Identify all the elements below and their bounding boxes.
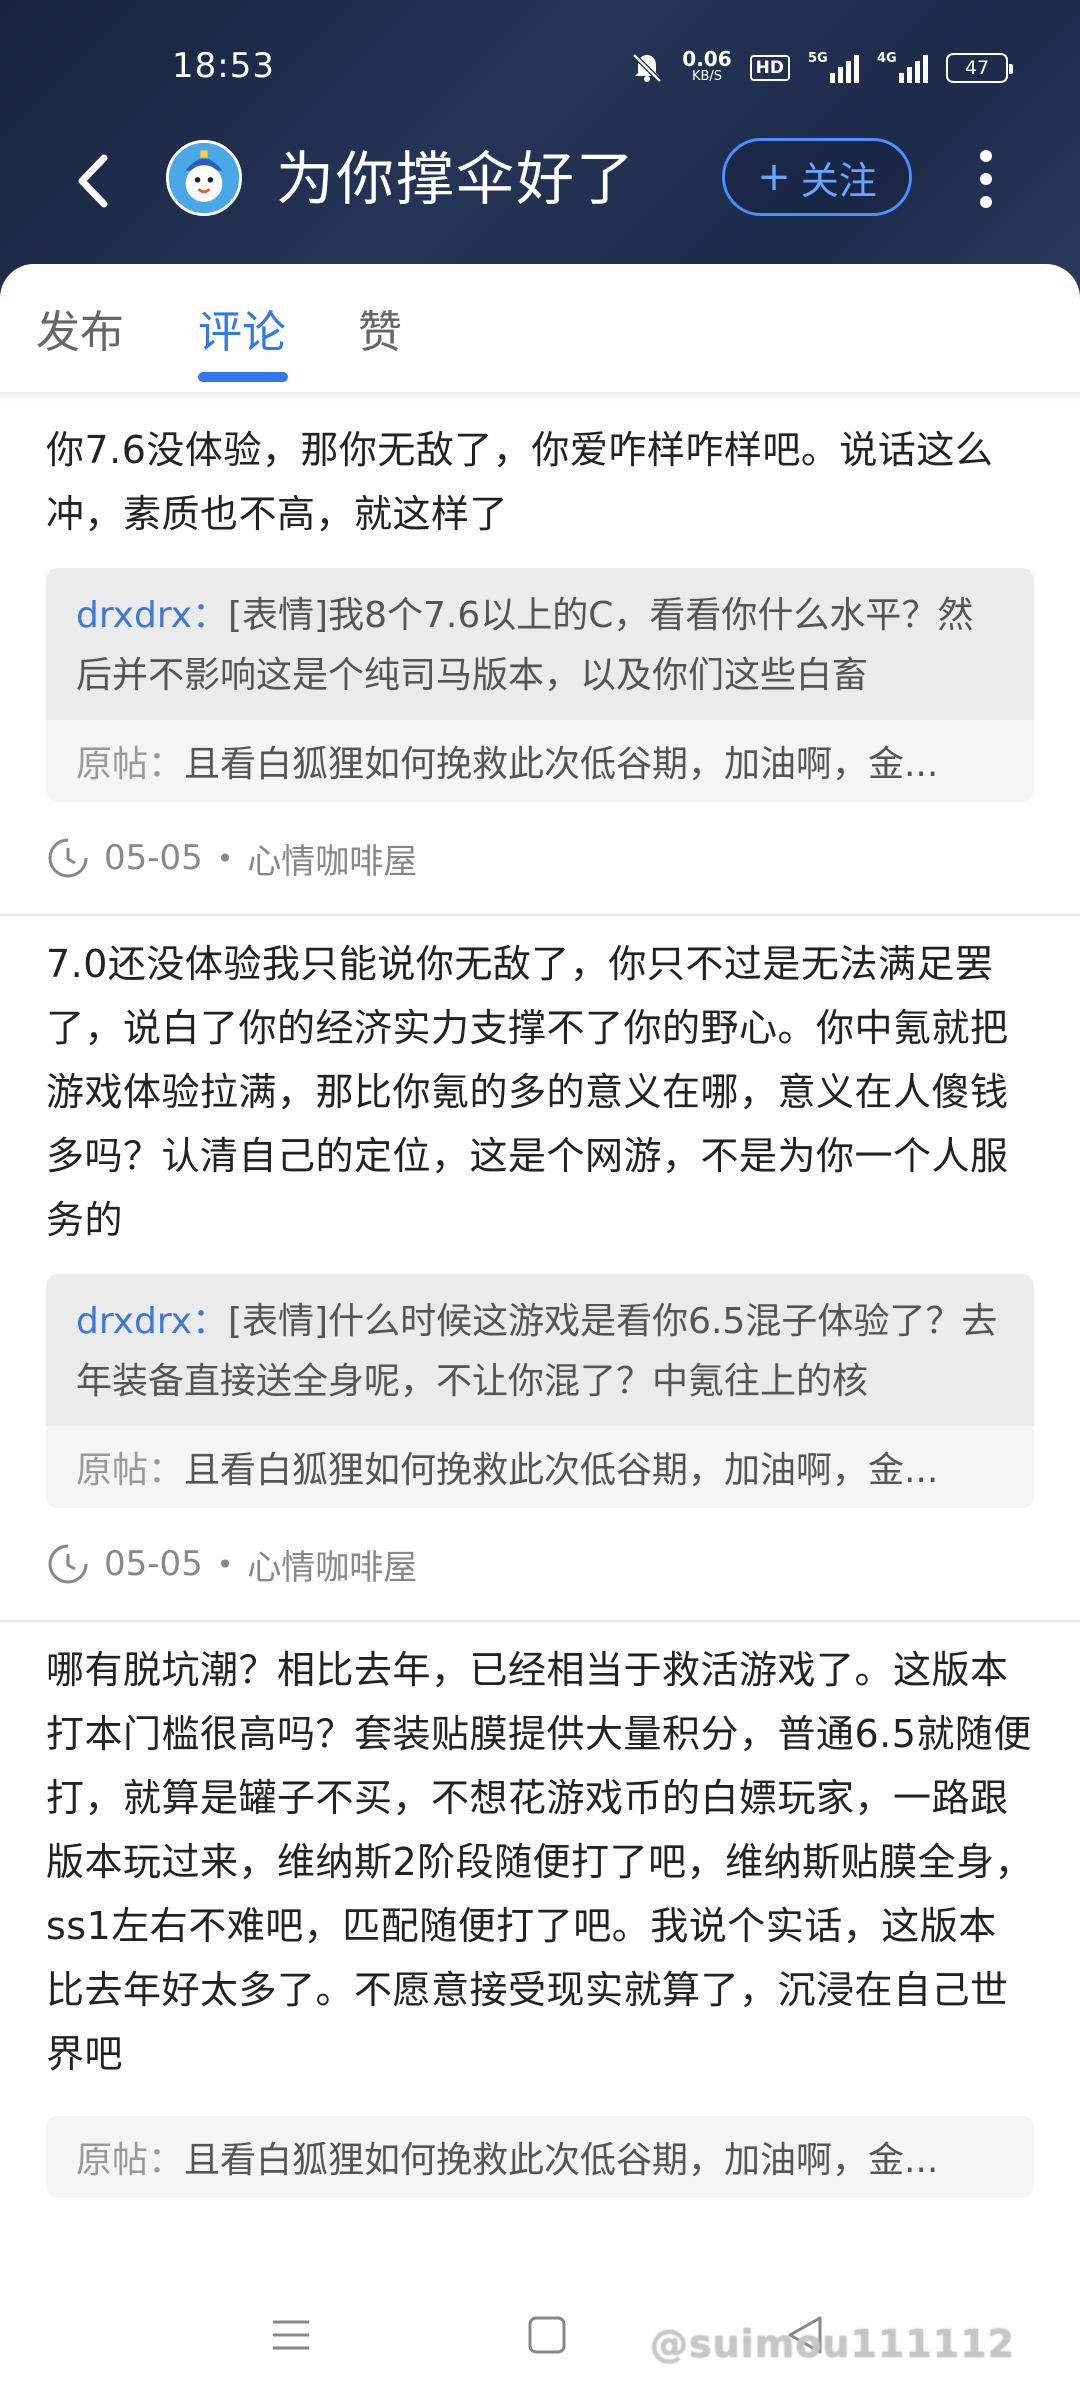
follow-label: 关注 bbox=[800, 158, 877, 203]
menu-icon[interactable] bbox=[270, 2314, 312, 2356]
forum-name[interactable]: 心情咖啡屋 bbox=[247, 834, 417, 883]
hd-badge: HD bbox=[749, 55, 790, 81]
origin-post-link[interactable]: 原帖： 且看白狐狸如何挽救此次低谷期，加油啊，金... bbox=[46, 720, 1034, 802]
comment-text: 7.0还没体验我只能说你无敌了，你只不过是无法满足罢了，说白了你的经济实力支撑不… bbox=[46, 942, 1009, 1242]
follow-button[interactable]: + 关注 bbox=[722, 138, 912, 216]
quote-box[interactable]: 原帖： 且看白狐狸如何挽救此次低谷期，加油啊，金... bbox=[46, 2116, 1034, 2198]
net-speed: 0.06 KB/S bbox=[682, 47, 732, 86]
reply-user[interactable]: drxdrx： bbox=[76, 1301, 228, 1342]
comment-meta: 05-05 • 心情咖啡屋 bbox=[46, 1508, 1034, 1620]
status-icons: 0.06 KB/S HD 5G 4G 47 bbox=[630, 47, 1013, 86]
origin-post-link[interactable]: 原帖： 且看白狐狸如何挽救此次低谷期，加油啊，金... bbox=[46, 2116, 1034, 2198]
origin-label: 原帖： bbox=[76, 1450, 185, 1491]
tabs-shadow bbox=[0, 394, 1080, 402]
origin-label: 原帖： bbox=[76, 744, 185, 785]
reply-preview[interactable]: drxdrx：[表情]我8个7.6以上的C，看看你什么水平？然后并不影响这是个纯… bbox=[46, 568, 1034, 720]
separator-dot: • bbox=[216, 1547, 234, 1581]
plus-icon: + bbox=[757, 154, 791, 200]
signal-4g-icon: 4G bbox=[877, 51, 928, 83]
net-speed-unit: KB/S bbox=[691, 69, 723, 84]
reply-user[interactable]: drxdrx： bbox=[76, 595, 228, 636]
separator-dot: • bbox=[216, 841, 234, 875]
comment-item[interactable]: 哪有脱坑潮？相比去年，已经相当于救活游戏了。这版本打本门槛很高吗？套装贴膜提供大… bbox=[0, 1622, 1080, 2198]
tab-comments[interactable]: 评论 bbox=[198, 296, 286, 360]
quote-box[interactable]: drxdrx：[表情]什么时候这游戏是看你6.5混子体验了？去年装备直接送全身呢… bbox=[46, 1274, 1034, 1508]
watermark: @suimou111112 bbox=[650, 2322, 1016, 2366]
origin-text: 且看白狐狸如何挽救此次低谷期，加油啊，金... bbox=[184, 744, 939, 785]
origin-text: 且看白狐狸如何挽救此次低谷期，加油啊，金... bbox=[184, 1450, 939, 1491]
avatar[interactable] bbox=[166, 140, 242, 216]
content-card: 发布 评论 赞 你7.6没体验，那你无敌了，你爱咋样咋样吧。说话这么冲，素质也不… bbox=[0, 264, 1080, 2274]
comment-meta: 05-05 • 心情咖啡屋 bbox=[46, 802, 1034, 914]
signal-5g-label: 5G bbox=[808, 51, 828, 66]
more-vertical-icon[interactable] bbox=[966, 144, 1006, 214]
avatar-image bbox=[169, 143, 239, 213]
battery-level: 47 bbox=[964, 57, 990, 79]
status-time: 18:53 bbox=[172, 46, 275, 86]
quote-box[interactable]: drxdrx：[表情]我8个7.6以上的C，看看你什么水平？然后并不影响这是个纯… bbox=[46, 568, 1034, 802]
net-speed-value: 0.06 bbox=[682, 47, 732, 71]
tab-bar: 发布 评论 赞 bbox=[0, 264, 1080, 394]
clock-icon bbox=[48, 838, 88, 878]
clock-icon bbox=[48, 1544, 88, 1584]
comment-text: 你7.6没体验，那你无敌了，你爱咋样咋样吧。说话这么冲，素质也不高，就这样了 bbox=[46, 428, 994, 536]
active-tab-indicator bbox=[198, 372, 288, 382]
comment-date: 05-05 bbox=[104, 1544, 203, 1584]
tab-likes[interactable]: 赞 bbox=[358, 296, 402, 360]
tab-publish[interactable]: 发布 bbox=[36, 296, 124, 360]
comment-item[interactable]: 你7.6没体验，那你无敌了，你爱咋样咋样吧。说话这么冲，素质也不高，就这样了 d… bbox=[0, 402, 1080, 914]
origin-text: 且看白狐狸如何挽救此次低谷期，加油啊，金... bbox=[184, 2140, 939, 2181]
reply-preview[interactable]: drxdrx：[表情]什么时候这游戏是看你6.5混子体验了？去年装备直接送全身呢… bbox=[46, 1274, 1034, 1426]
comment-item[interactable]: 7.0还没体验我只能说你无敌了，你只不过是无法满足罢了，说白了你的经济实力支撑不… bbox=[0, 916, 1080, 1620]
comment-date: 05-05 bbox=[104, 838, 203, 878]
page-title: 为你撑伞好了 bbox=[276, 145, 637, 213]
battery-icon: 47 bbox=[946, 53, 1013, 83]
forum-name[interactable]: 心情咖啡屋 bbox=[247, 1540, 417, 1589]
top-nav-bar: 为你撑伞好了 + 关注 bbox=[0, 130, 1080, 230]
comment-text: 哪有脱坑潮？相比去年，已经相当于救活游戏了。这版本打本门槛很高吗？套装贴膜提供大… bbox=[46, 1648, 1034, 2076]
origin-post-link[interactable]: 原帖： 且看白狐狸如何挽救此次低谷期，加油啊，金... bbox=[46, 1426, 1034, 1508]
signal-4g-label: 4G bbox=[877, 51, 897, 66]
signal-5g-icon: 5G bbox=[808, 51, 859, 83]
origin-label: 原帖： bbox=[76, 2140, 185, 2181]
system-nav-bar: @suimou111112 bbox=[0, 2274, 1080, 2400]
home-square-icon[interactable] bbox=[526, 2314, 568, 2356]
back-arrow-icon[interactable] bbox=[60, 146, 130, 216]
status-bar: 18:53 0.06 KB/S HD 5G 4G 47 bbox=[0, 40, 1080, 100]
mute-bell-icon bbox=[632, 53, 663, 83]
